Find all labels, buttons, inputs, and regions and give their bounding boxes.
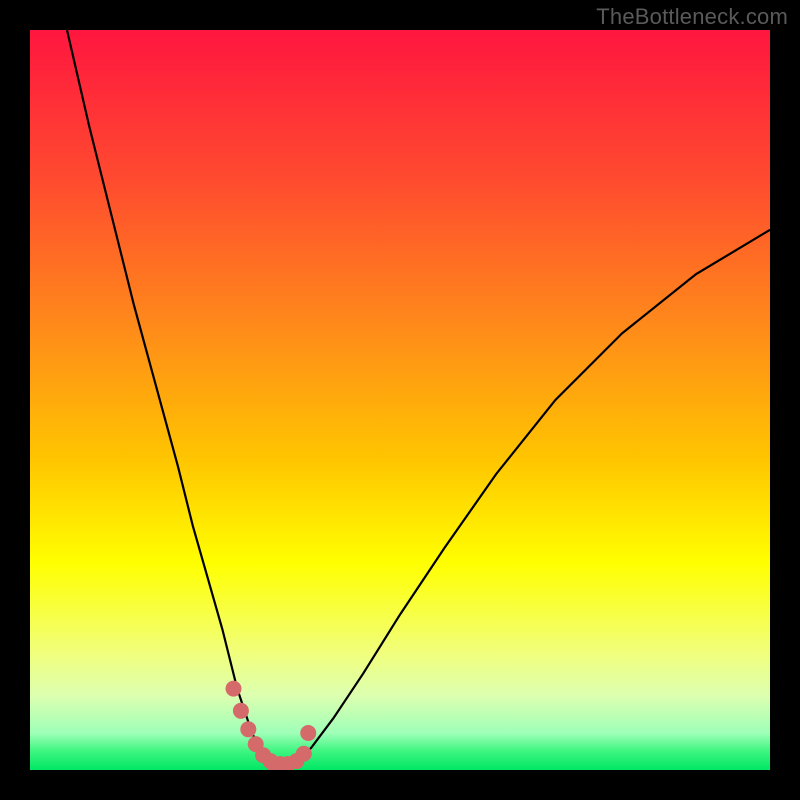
watermark-text: TheBottleneck.com [596,4,788,30]
left-branch-curve [67,30,267,763]
valley-marker-dot [300,725,316,741]
right-branch-curve [296,230,770,763]
valley-marker-dot [240,721,256,737]
valley-marker-dot [296,746,312,762]
chart-frame: TheBottleneck.com [0,0,800,800]
valley-markers [226,681,317,770]
valley-marker-dot [233,703,249,719]
curve-layer [30,30,770,770]
valley-marker-dot [226,681,242,697]
plot-area [30,30,770,770]
